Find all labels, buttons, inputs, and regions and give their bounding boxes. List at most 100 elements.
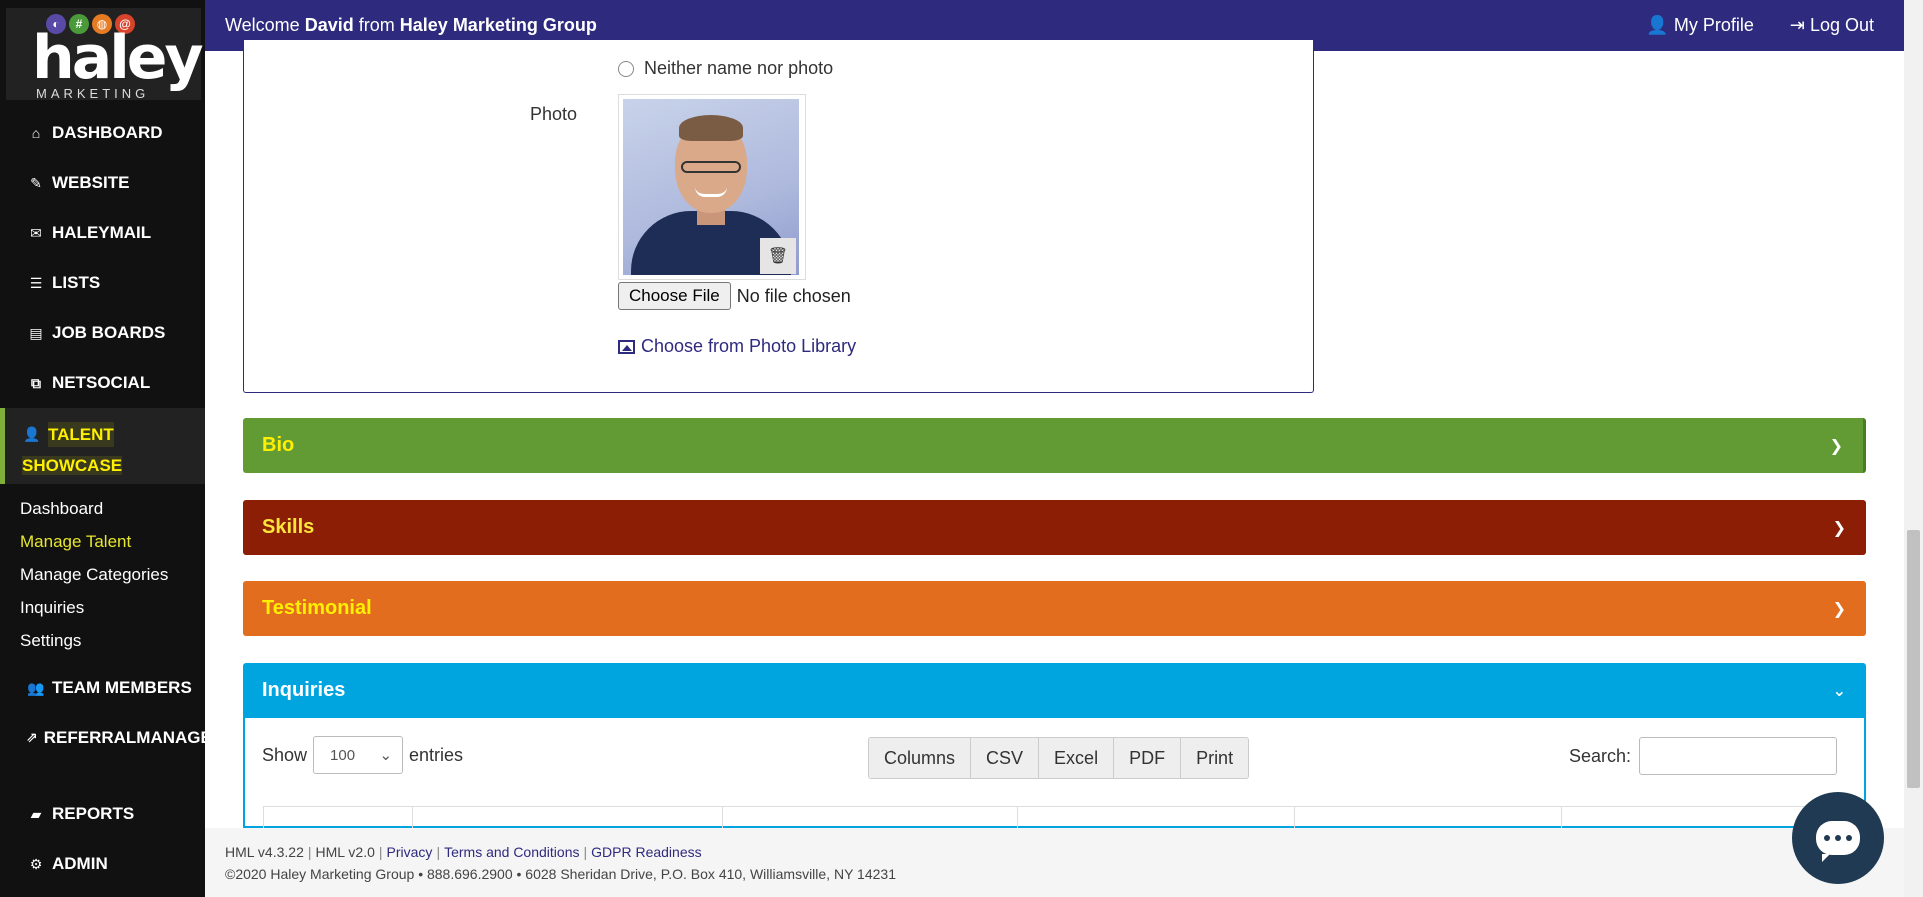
photo-library-link[interactable]: Choose from Photo Library (618, 336, 856, 357)
nav-reports-label: REPORTS (52, 804, 135, 823)
haley-logo[interactable]: ◐ # ◍ @ haley MARKETING (6, 8, 204, 101)
inquiries-table-header (263, 806, 1853, 829)
accordion-skills-title: Skills (262, 516, 315, 538)
profile-icon: 👤 (1646, 15, 1669, 35)
logo-wordmark: haley (32, 23, 204, 93)
my-profile-label: My Profile (1673, 15, 1754, 35)
nav-referral-management[interactable]: ⇗ REFERRAL MANAGEMENT (0, 713, 260, 789)
no-file-text: No file chosen (736, 285, 851, 306)
choose-file-button[interactable]: Choose File (618, 282, 731, 310)
envelope-icon: ✉ (30, 224, 42, 241)
accordion-inquiries-title: Inquiries (262, 679, 346, 701)
entries-select[interactable]: 100 ⌄ (313, 736, 404, 774)
accordion-bio-title: Bio (262, 434, 295, 456)
list-icon: ☰ (29, 274, 43, 291)
delete-photo-button[interactable]: 🗑 (760, 238, 796, 274)
main-nav: ⌂ DASHBOARD ✎ WEBSITE ✉ HALEYMAIL ☰ LISTS ▤ J… (0, 108, 260, 889)
search-label: Search: (1569, 745, 1632, 766)
footer: HML v4.3.22 | HML v2.0 | Privacy | Terms and C… (205, 828, 1904, 897)
accordion-bio[interactable]: Bio ❯ (243, 418, 1866, 473)
subnav-inquiries[interactable]: Inquiries (20, 591, 205, 624)
footer-links: HML v4.3.22 | HML v2.0 | Privacy | Terms and C… (225, 844, 702, 860)
chevron-right-icon: ❯ (1829, 438, 1843, 455)
nav-admin[interactable]: ⚙ ADMIN (0, 839, 205, 889)
accordion-testimonial[interactable]: Testimonial ❯ (243, 581, 1866, 636)
network-icon: ⧉ (31, 374, 41, 391)
image-icon (618, 339, 635, 354)
nav-referral-label-1: REFERRAL (43, 728, 137, 747)
top-bar-actions: 👤 My Profile ⇥ Log Out (1646, 0, 1874, 51)
radio-neither-row[interactable]: Neither name nor photo (618, 58, 833, 79)
nav-referral-label-2: MANAGEMENT (136, 728, 261, 747)
subnav-manage-talent[interactable]: Manage Talent (20, 525, 205, 558)
nav-website-label: WEBSITE (52, 173, 130, 192)
excel-button[interactable]: Excel (1039, 738, 1115, 778)
terms-link[interactable]: Terms and Conditions (444, 844, 579, 860)
accordion-skills[interactable]: Skills ❯ (243, 500, 1866, 555)
home-icon: ⌂ (31, 125, 41, 141)
nav-dashboard[interactable]: ⌂ DASHBOARD (0, 108, 205, 158)
nav-job-boards-label: JOB BOARDS (52, 323, 166, 342)
subnav-dashboard[interactable]: Dashboard (20, 492, 205, 525)
nav-netsocial-label: NETSOCIAL (52, 373, 151, 392)
column-divider (1294, 807, 1295, 829)
photo-library-label: Choose from Photo Library (641, 336, 857, 356)
entries-value: 100 (330, 746, 356, 764)
gear-icon: ⚙ (29, 855, 43, 872)
print-button[interactable]: Print (1181, 738, 1248, 778)
nav-talent-label-2: SHOWCASE (22, 456, 123, 475)
logo-subtitle: MARKETING (36, 86, 150, 101)
welcome-text: Welcome David from Haley Marketing Group (225, 15, 597, 36)
folder-icon: ▰ (30, 805, 42, 822)
team-icon: 👥 (27, 679, 45, 696)
photo-smile (695, 187, 727, 197)
nav-dashboard-label: DASHBOARD (52, 123, 163, 142)
log-out-link[interactable]: ⇥ Log Out (1790, 15, 1874, 36)
nav-talent-showcase[interactable]: 👤 TALENT SHOWCASE (0, 408, 205, 484)
nav-website[interactable]: ✎ WEBSITE (0, 158, 205, 208)
privacy-link[interactable]: Privacy (387, 844, 433, 860)
nav-reports[interactable]: ▰ REPORTS (0, 789, 205, 839)
nav-admin-label: ADMIN (52, 854, 108, 873)
log-out-label: Log Out (1809, 15, 1874, 35)
logout-icon: ⇥ (1789, 15, 1805, 35)
user-icon: 👤 (23, 426, 41, 442)
talent-subnav: Dashboard Manage Talent Manage Categorie… (0, 484, 205, 663)
column-divider (263, 807, 264, 829)
nav-lists-label: LISTS (52, 273, 101, 292)
pdf-button[interactable]: PDF (1114, 738, 1182, 778)
chat-bubble-icon (1816, 821, 1860, 862)
nav-lists[interactable]: ☰ LISTS (0, 258, 205, 308)
accordion-testimonial-title: Testimonial (262, 597, 372, 619)
search-input[interactable] (1639, 737, 1838, 775)
radio-neither-label: Neither name nor photo (644, 58, 834, 78)
entries-label: entries (409, 744, 464, 765)
chat-button[interactable] (1792, 792, 1884, 884)
chevron-down-icon: ⌄ (379, 747, 393, 764)
sidebar: ◐ # ◍ @ haley MARKETING ⌂ DASHBOARD ✎ WEBS… (0, 0, 260, 897)
welcome-from: from (358, 15, 395, 35)
subnav-settings[interactable]: Settings (20, 624, 205, 657)
scrollbar-thumb[interactable] (1907, 530, 1920, 788)
nav-team-members[interactable]: 👥 TEAM MEMBERS (0, 663, 205, 713)
nav-job-boards[interactable]: ▤ JOB BOARDS (0, 308, 205, 358)
welcome-org: Haley Marketing Group (399, 15, 597, 35)
column-divider (1017, 807, 1018, 829)
nav-netsocial[interactable]: ⧉ NETSOCIAL (0, 358, 205, 408)
csv-button[interactable]: CSV (971, 738, 1040, 778)
entries-control: Show 100 ⌄ entries (262, 736, 463, 774)
photo-label: Photo (530, 104, 578, 124)
accordion-inquiries[interactable]: Inquiries ⌄ (243, 663, 1866, 718)
radio-neither[interactable] (618, 60, 634, 77)
footer-version-2: HML v2.0 (315, 844, 375, 860)
external-link-icon: ⇗ (26, 729, 38, 745)
my-profile-link[interactable]: 👤 My Profile (1646, 15, 1753, 36)
nav-haleymail[interactable]: ✉ HALEYMAIL (0, 208, 205, 258)
subnav-manage-categories[interactable]: Manage Categories (20, 558, 205, 591)
nav-talent-label-1: TALENT (48, 422, 114, 447)
gdpr-link[interactable]: GDPR Readiness (591, 844, 702, 860)
columns-button[interactable]: Columns (869, 738, 972, 778)
welcome-prefix: Welcome (225, 15, 300, 35)
photo-hair (679, 115, 743, 141)
board-icon: ▤ (29, 324, 43, 341)
